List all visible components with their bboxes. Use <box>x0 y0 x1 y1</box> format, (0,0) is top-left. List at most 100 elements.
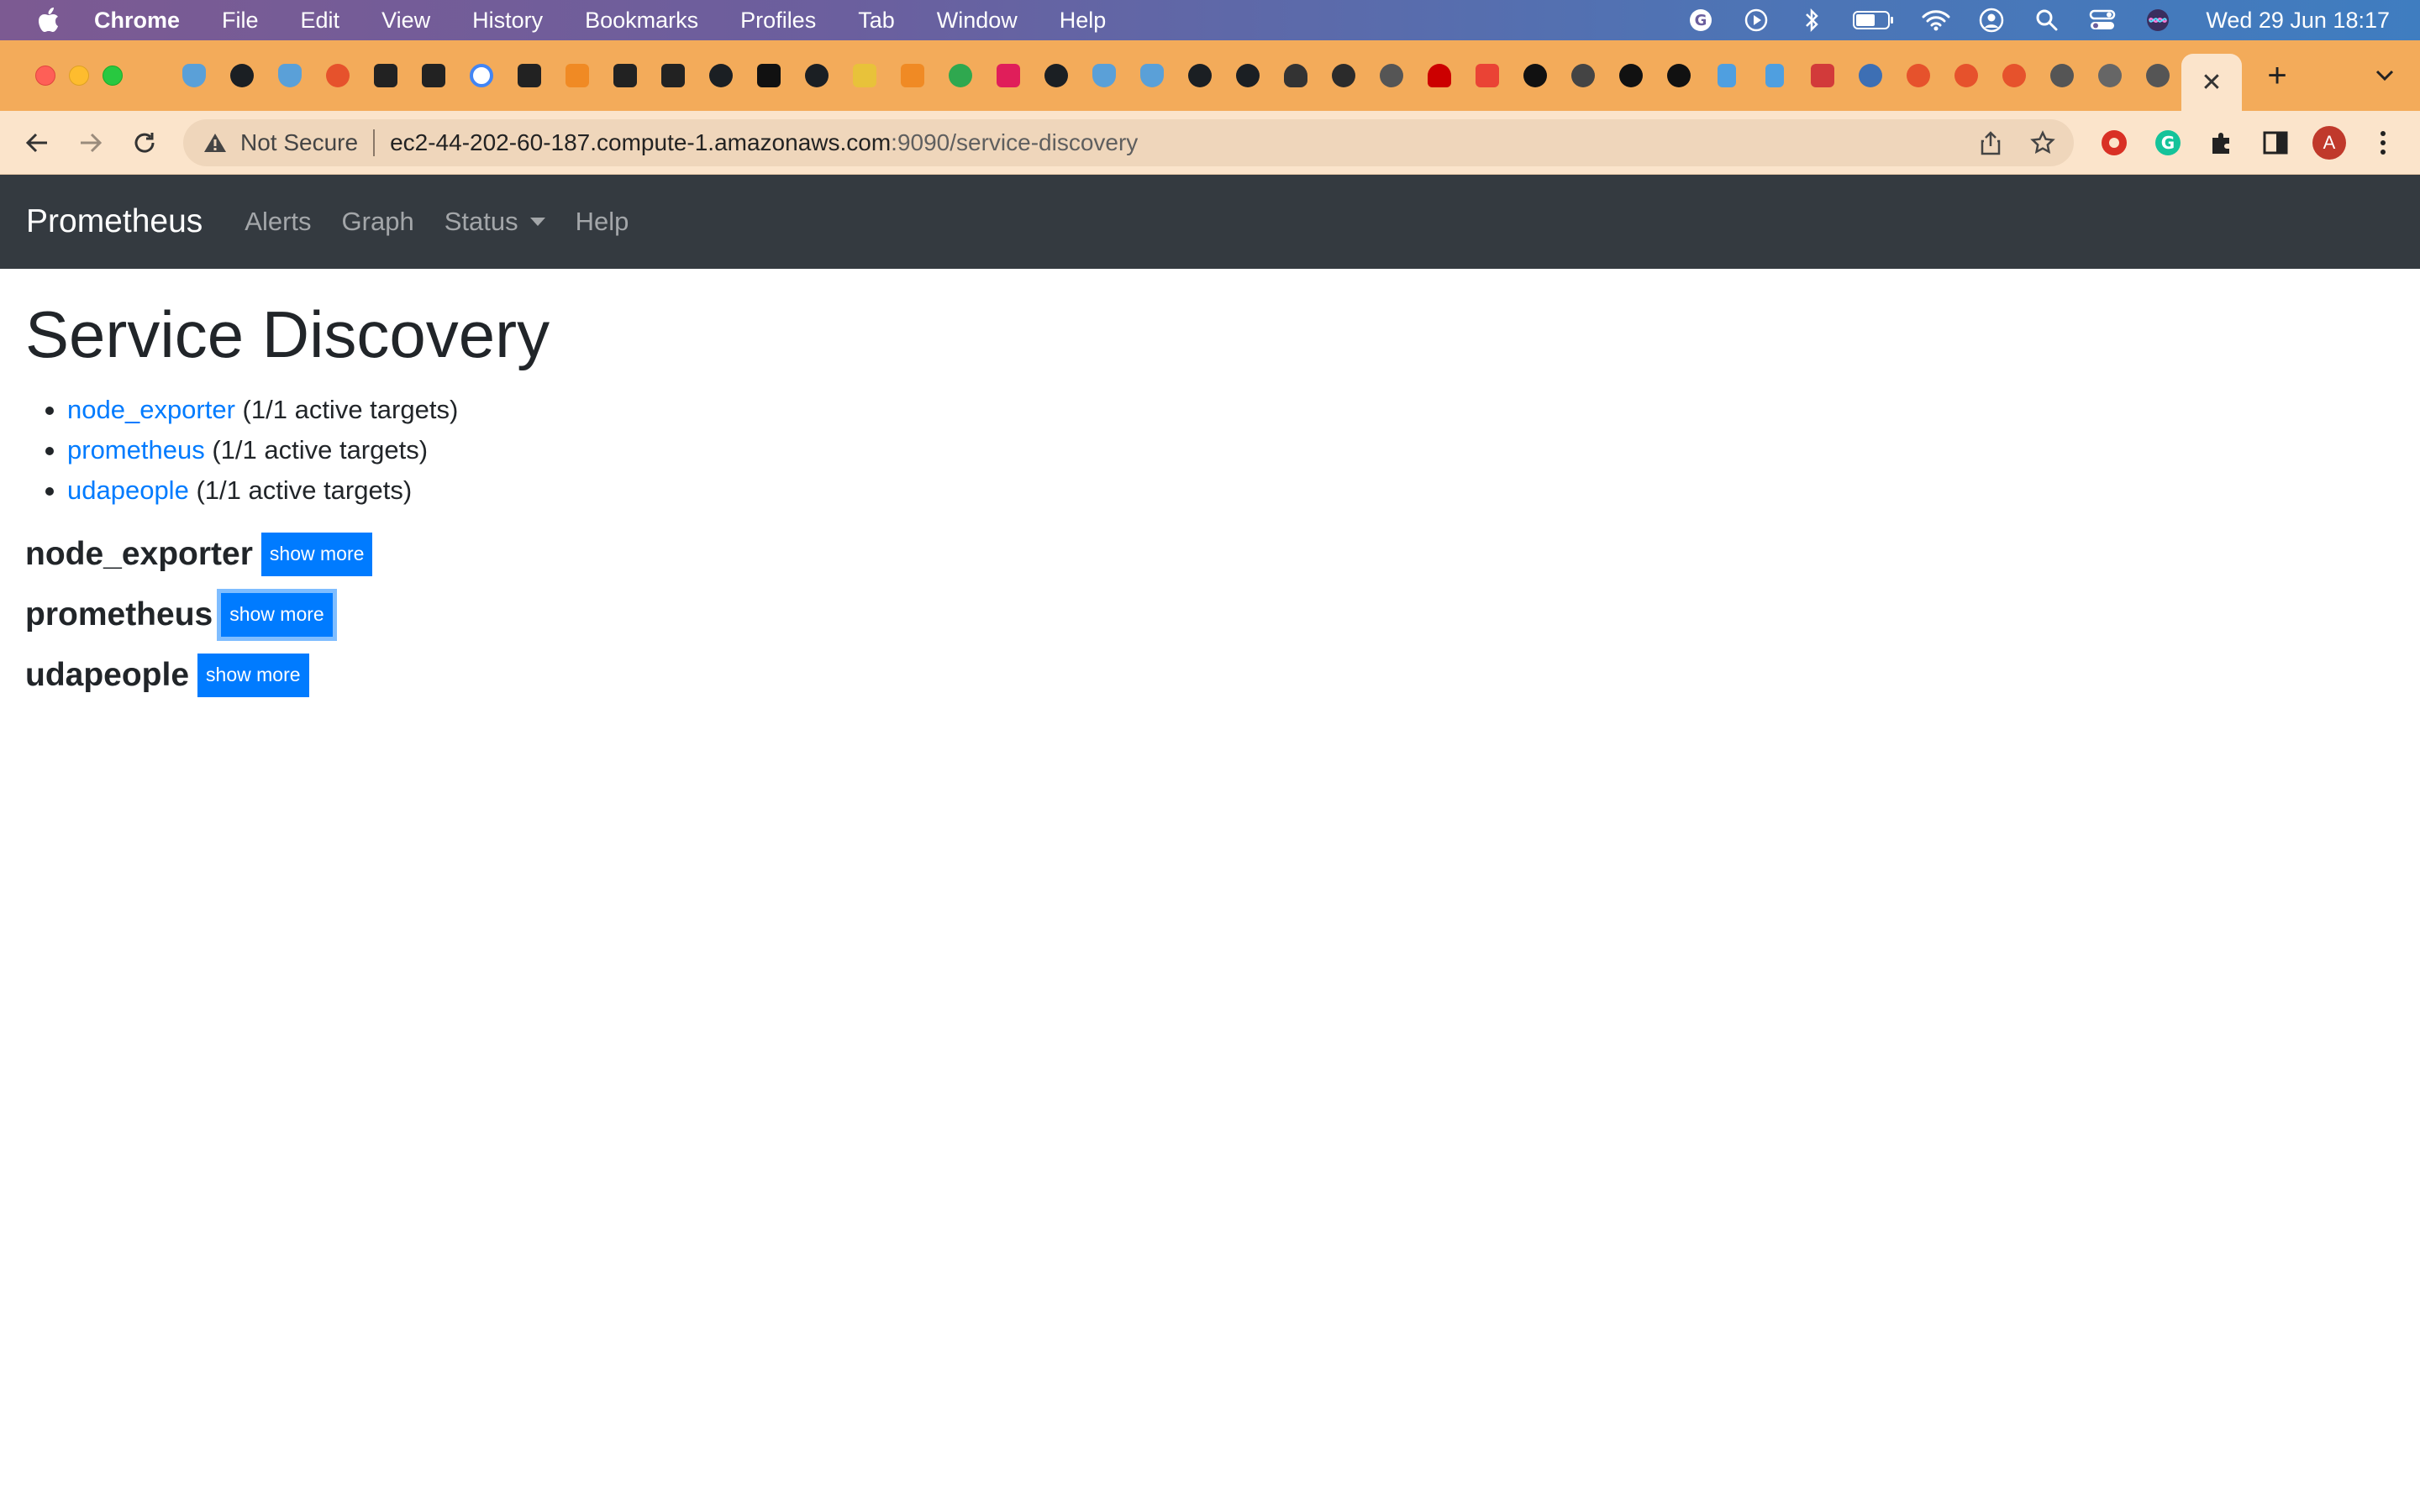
menu-profiles[interactable]: Profiles <box>740 8 816 34</box>
tab-favicon-github-icon[interactable] <box>1176 40 1223 111</box>
menu-file[interactable]: File <box>222 8 259 34</box>
menu-history[interactable]: History <box>472 8 543 34</box>
tab-favicon-slack-icon[interactable] <box>984 40 1032 111</box>
play-icon[interactable] <box>1742 6 1770 34</box>
menu-view[interactable]: View <box>381 8 430 34</box>
menu-edit[interactable]: Edit <box>301 8 340 34</box>
menu-chrome[interactable]: Chrome <box>94 8 180 34</box>
security-status[interactable]: Not Secure <box>240 129 358 156</box>
tab-favicon-google-icon[interactable] <box>457 40 505 111</box>
forward-button[interactable] <box>74 126 108 160</box>
tab-favicon-terminal-icon[interactable] <box>361 40 409 111</box>
tab-favicon-doc-icon[interactable] <box>1750 40 1798 111</box>
tab-favicon-aws-box-icon[interactable] <box>553 40 601 111</box>
tab-search-button[interactable] <box>2375 40 2395 111</box>
tab-close-icon[interactable]: ✕ <box>2201 68 2222 97</box>
grammarly-icon[interactable]: G <box>1686 6 1715 34</box>
menu-tab[interactable]: Tab <box>858 8 895 34</box>
siri-icon[interactable] <box>2144 6 2172 34</box>
tab-favicon-linux-icon[interactable] <box>1271 40 1319 111</box>
tab-favicon-github-icon[interactable] <box>792 40 840 111</box>
tab-favicon-circleci-icon[interactable] <box>1655 40 1702 111</box>
tab-favicon-terminal-icon[interactable] <box>409 40 457 111</box>
share-icon[interactable] <box>1976 129 2005 157</box>
tab-favicon-globe-icon[interactable] <box>2133 40 2181 111</box>
address-bar[interactable]: Not Secure ec2-44-202-60-187.compute-1.a… <box>183 119 2074 166</box>
tab-favicon-prometheus-icon[interactable] <box>313 40 361 111</box>
profile-avatar[interactable]: A <box>2312 126 2346 160</box>
nav-status-dropdown[interactable]: Status <box>445 207 545 237</box>
tab-favicon-circleci-icon[interactable] <box>1511 40 1559 111</box>
tab-favicon-globe-icon[interactable] <box>2086 40 2133 111</box>
bluetooth-icon[interactable] <box>1797 6 1826 34</box>
menu-window[interactable]: Window <box>937 8 1018 34</box>
tab-favicon-terminal-icon[interactable] <box>649 40 697 111</box>
tab-favicon-globe-icon[interactable] <box>2038 40 2086 111</box>
nav-alerts[interactable]: Alerts <box>245 207 311 237</box>
tab-favicon-redhat-icon[interactable] <box>1415 40 1463 111</box>
menu-bar-clock[interactable]: Wed 29 Jun 18:17 <box>2206 8 2390 34</box>
show-more-button-node-exporter[interactable]: show more <box>260 532 373 576</box>
bookmark-star-icon[interactable] <box>2028 129 2057 157</box>
job-link-node-exporter[interactable]: node_exporter <box>67 395 235 424</box>
tab-favicon-gmail-icon[interactable] <box>1463 40 1511 111</box>
tab-favicon-udacity-icon[interactable] <box>1128 40 1176 111</box>
extension-toolbar: G A <box>2077 111 2400 175</box>
show-more-button-udapeople[interactable]: show more <box>197 653 309 697</box>
tab-favicon-udacity-icon[interactable] <box>266 40 313 111</box>
tab-favicon-prometheus-icon[interactable] <box>1990 40 2038 111</box>
window-zoom-button[interactable] <box>103 66 123 86</box>
nav-help[interactable]: Help <box>576 207 629 237</box>
new-tab-button[interactable]: + <box>2252 50 2302 101</box>
tab-favicon-github-icon[interactable] <box>1032 40 1080 111</box>
battery-icon[interactable] <box>1853 6 1895 34</box>
tab-favicon-docker-icon[interactable] <box>1367 40 1415 111</box>
back-button[interactable] <box>20 126 54 160</box>
tab-favicon-globe-icon[interactable] <box>1846 40 1894 111</box>
tab-favicon-yellow-icon[interactable] <box>840 40 888 111</box>
window-minimize-button[interactable] <box>69 66 89 86</box>
window-close-button[interactable] <box>35 66 55 86</box>
tab-favicon-prometheus-icon[interactable] <box>1942 40 1990 111</box>
tab-favicon-red-app-icon[interactable] <box>1798 40 1846 111</box>
tab-favicon-k-icon[interactable] <box>744 40 792 111</box>
tab-favicon-globe-icon[interactable] <box>1559 40 1607 111</box>
grammarly-extension-icon[interactable]: G <box>2151 126 2185 160</box>
tab-favicon-github-icon[interactable] <box>697 40 744 111</box>
browser-menu-kebab-icon[interactable] <box>2366 126 2400 160</box>
show-more-button-prometheus[interactable]: show more <box>221 592 333 637</box>
browser-tab-strip: ✕ + <box>0 40 2420 111</box>
warning-icon[interactable] <box>203 130 229 155</box>
job-section-node-exporter: node_exporter show more <box>25 532 2378 576</box>
tab-favicon-prometheus-icon[interactable] <box>1894 40 1942 111</box>
tab-favicon-udacity-icon[interactable] <box>170 40 218 111</box>
tab-favicon-terminal-icon[interactable] <box>505 40 553 111</box>
wifi-icon[interactable] <box>1922 6 1950 34</box>
spotlight-search-icon[interactable] <box>2033 6 2061 34</box>
menu-bookmarks[interactable]: Bookmarks <box>585 8 698 34</box>
tab-favicon-globe-icon[interactable] <box>1319 40 1367 111</box>
extensions-puzzle-icon[interactable] <box>2205 126 2238 160</box>
reload-button[interactable] <box>128 126 161 160</box>
prometheus-brand-link[interactable]: Prometheus <box>26 203 203 240</box>
menu-bar-status-area: G Wed 29 Jun 18:17 <box>1660 0 2390 40</box>
tab-favicon-terminal-icon[interactable] <box>601 40 649 111</box>
active-tab[interactable]: ✕ <box>2181 54 2242 111</box>
tab-favicon-aws-box-icon[interactable] <box>888 40 936 111</box>
list-item: udapeople (1/1 active targets) <box>45 470 2378 511</box>
tab-favicon-circleci-icon[interactable] <box>1607 40 1655 111</box>
side-panel-icon[interactable] <box>2259 126 2292 160</box>
tab-favicon-github-icon[interactable] <box>218 40 266 111</box>
user-account-icon[interactable] <box>1977 6 2006 34</box>
control-center-icon[interactable] <box>2088 6 2117 34</box>
job-link-prometheus[interactable]: prometheus <box>67 435 205 465</box>
tab-favicon-circleci-icon[interactable] <box>936 40 984 111</box>
tab-favicon-github-icon[interactable] <box>1223 40 1271 111</box>
menu-help[interactable]: Help <box>1060 8 1107 34</box>
tab-favicon-udacity-icon[interactable] <box>1080 40 1128 111</box>
extension-red-icon[interactable] <box>2097 126 2131 160</box>
nav-graph[interactable]: Graph <box>342 207 414 237</box>
job-link-udapeople[interactable]: udapeople <box>67 475 189 505</box>
apple-icon[interactable] <box>37 7 60 34</box>
tab-favicon-doc-icon[interactable] <box>1702 40 1750 111</box>
